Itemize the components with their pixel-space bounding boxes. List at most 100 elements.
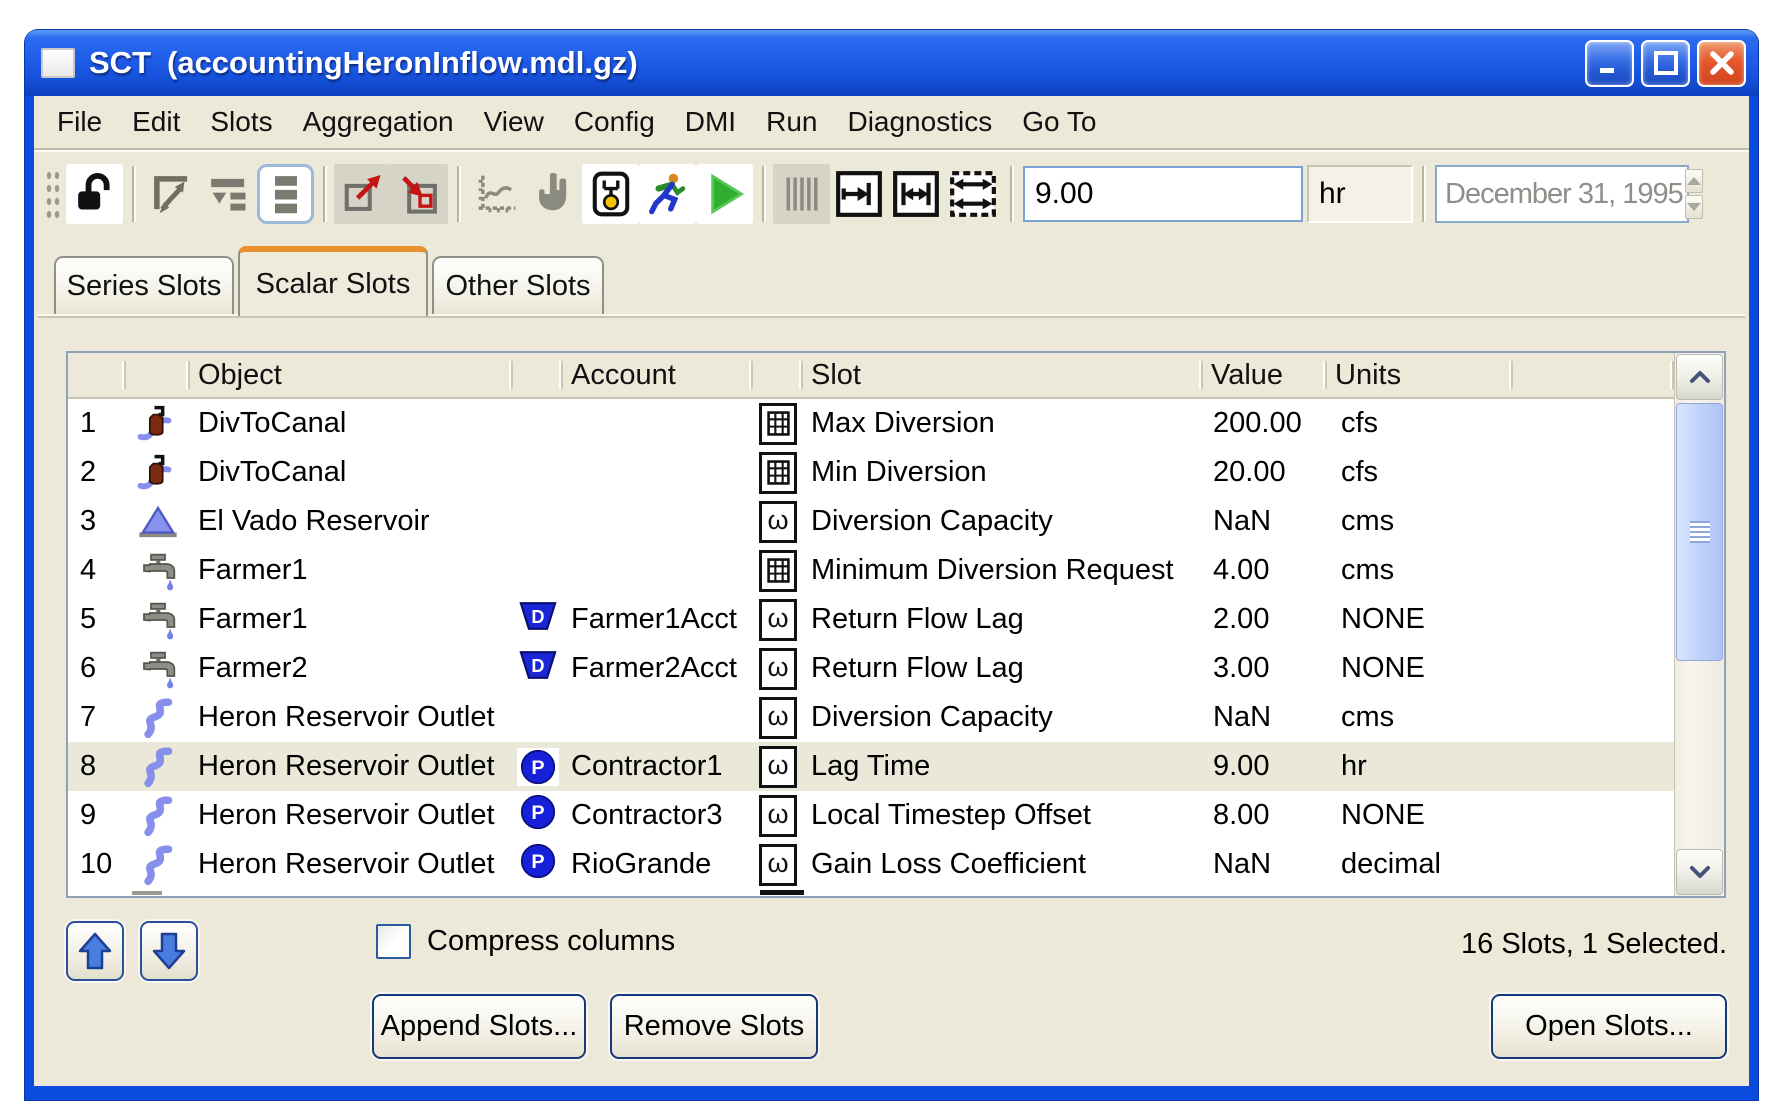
- table-row[interactable]: 5Farmer1DFarmer1AcctωReturn Flow Lag2.00…: [68, 595, 1674, 644]
- column-lines-button[interactable]: [773, 164, 830, 224]
- compress-columns-checkbox[interactable]: [376, 924, 411, 959]
- menu-item-slots[interactable]: Slots: [195, 102, 287, 142]
- list-view-button[interactable]: [257, 164, 314, 224]
- header-account-icon[interactable]: [513, 353, 563, 397]
- date-field[interactable]: December 31, 1995: [1435, 165, 1689, 223]
- header-rownum[interactable]: [68, 353, 126, 397]
- table-row[interactable]: 4Farmer1Minimum Diversion Request4.00cms: [68, 546, 1674, 595]
- row-number: 10: [68, 840, 126, 889]
- shrink-icon: [397, 171, 443, 217]
- close-button[interactable]: [1697, 40, 1746, 87]
- scroll-down-button[interactable]: [1676, 849, 1723, 895]
- window-title-file: (accountingHeronInflow.mdl.gz): [167, 45, 638, 80]
- row-extra: [1513, 595, 1674, 644]
- menu-item-diagnostics[interactable]: Diagnostics: [832, 102, 1007, 142]
- diversion-icon: [126, 399, 190, 448]
- remove-slots-button[interactable]: Remove Slots: [610, 994, 818, 1059]
- spinner-up-icon[interactable]: [1685, 169, 1703, 193]
- maximize-button[interactable]: [1641, 40, 1690, 87]
- slot-value: 3.00: [1203, 644, 1327, 693]
- table-row[interactable]: 1DivToCanalMax Diversion200.00cfs: [68, 399, 1674, 448]
- header-slot[interactable]: Slot: [803, 353, 1203, 397]
- table-row[interactable]: 6Farmer2DFarmer2AcctωReturn Flow Lag3.00…: [68, 644, 1674, 693]
- menu-item-dmi[interactable]: DMI: [670, 102, 751, 142]
- fit-all-button[interactable]: [944, 164, 1001, 224]
- table-row[interactable]: 3El Vado ReservoirωDiversion CapacityNaN…: [68, 497, 1674, 546]
- object-name: El Vado Reservoir: [190, 497, 513, 546]
- grid-slot-icon: [753, 448, 803, 497]
- plot-button[interactable]: [468, 164, 525, 224]
- object-name: Heron Reservoir Outlet: [190, 693, 513, 742]
- fit-column-button[interactable]: [830, 164, 887, 224]
- account-name: [563, 497, 753, 546]
- tab-scalar-slots[interactable]: Scalar Slots: [238, 246, 428, 316]
- lock-button[interactable]: [66, 164, 123, 224]
- slot-units: cms: [1327, 497, 1513, 546]
- header-units[interactable]: Units: [1327, 353, 1513, 397]
- run-dmi-button[interactable]: [639, 164, 696, 224]
- omega-slot-icon: ω: [753, 497, 803, 546]
- vertical-scrollbar[interactable]: [1674, 353, 1724, 896]
- omega-slot-icon: ω: [753, 840, 803, 889]
- play-button[interactable]: [696, 164, 753, 224]
- open-slots-button[interactable]: Open Slots...: [1491, 994, 1727, 1059]
- aggregation-button[interactable]: [200, 164, 257, 224]
- menu-item-aggregation[interactable]: Aggregation: [288, 102, 469, 142]
- fit-columns-button[interactable]: [887, 164, 944, 224]
- menu-item-file[interactable]: File: [42, 102, 117, 142]
- header-slot-icon[interactable]: [753, 353, 803, 397]
- header-object[interactable]: Object: [190, 353, 513, 397]
- spinner-down-icon[interactable]: [1685, 195, 1703, 219]
- table-row[interactable]: 9Heron Reservoir OutletPContractor3ωLoca…: [68, 791, 1674, 840]
- move-down-button[interactable]: [140, 921, 198, 981]
- expand-button[interactable]: [334, 164, 391, 224]
- omega-slot-icon: ω: [753, 644, 803, 693]
- header-value[interactable]: Value: [1203, 353, 1327, 397]
- reach-icon: [126, 840, 190, 889]
- object-name: Heron Reservoir Outlet: [190, 791, 513, 840]
- tab-label: Series Slots: [67, 270, 222, 303]
- menu-item-go-to[interactable]: Go To: [1007, 102, 1111, 142]
- table-row[interactable]: 7Heron Reservoir OutletωDiversion Capaci…: [68, 693, 1674, 742]
- append-slots-button[interactable]: Append Slots...: [372, 994, 586, 1059]
- omega-slot-icon: ω: [753, 742, 803, 791]
- window-title: SCT(accountingHeronInflow.mdl.gz): [89, 45, 638, 81]
- table-row[interactable]: 2DivToCanalMin Diversion20.00cfs: [68, 448, 1674, 497]
- table-header: Object Account Slot Value Units: [68, 353, 1674, 399]
- menu-item-config[interactable]: Config: [559, 102, 670, 142]
- value-input[interactable]: [1023, 166, 1303, 222]
- menu-item-edit[interactable]: Edit: [117, 102, 195, 142]
- account-icon: [513, 546, 563, 595]
- scroll-thumb[interactable]: [1676, 403, 1723, 661]
- row-extra: [1513, 644, 1674, 693]
- minimize-button[interactable]: [1585, 40, 1634, 87]
- menu-item-view[interactable]: View: [469, 102, 559, 142]
- table-row[interactable]: 8Heron Reservoir OutletPContractor1ωLag …: [68, 742, 1674, 791]
- scroll-up-button[interactable]: [1676, 354, 1723, 400]
- tab-series-slots[interactable]: Series Slots: [54, 256, 234, 314]
- config-button[interactable]: [582, 164, 639, 224]
- shrink-button[interactable]: [391, 164, 448, 224]
- toolbar-separator: [457, 166, 459, 222]
- nav-corner-button[interactable]: [143, 164, 200, 224]
- toolbar-grip[interactable]: [44, 167, 60, 221]
- toolbar-separator: [1010, 166, 1012, 222]
- menu-item-run[interactable]: Run: [751, 102, 832, 142]
- slot-units: decimal: [1327, 840, 1513, 889]
- move-up-button[interactable]: [66, 921, 124, 981]
- slot-name: Lag Time: [803, 742, 1203, 791]
- header-account[interactable]: Account: [563, 353, 753, 397]
- header-object-icon[interactable]: [126, 353, 190, 397]
- slot-value: NaN: [1203, 840, 1327, 889]
- column-lines-icon: [780, 172, 824, 216]
- tab-other-slots[interactable]: Other Slots: [432, 256, 604, 314]
- water-user-icon: [126, 595, 190, 644]
- date-spinner[interactable]: [1683, 167, 1705, 221]
- account-d-icon: D: [513, 644, 563, 693]
- account-name: Farmer1Acct: [563, 595, 753, 644]
- slot-units: NONE: [1327, 791, 1513, 840]
- table-row[interactable]: 10Heron Reservoir OutletPRioGrandeωGain …: [68, 840, 1674, 889]
- adjust-button[interactable]: [525, 164, 582, 224]
- hand-icon: [531, 171, 577, 217]
- scroll-track[interactable]: [1675, 401, 1724, 848]
